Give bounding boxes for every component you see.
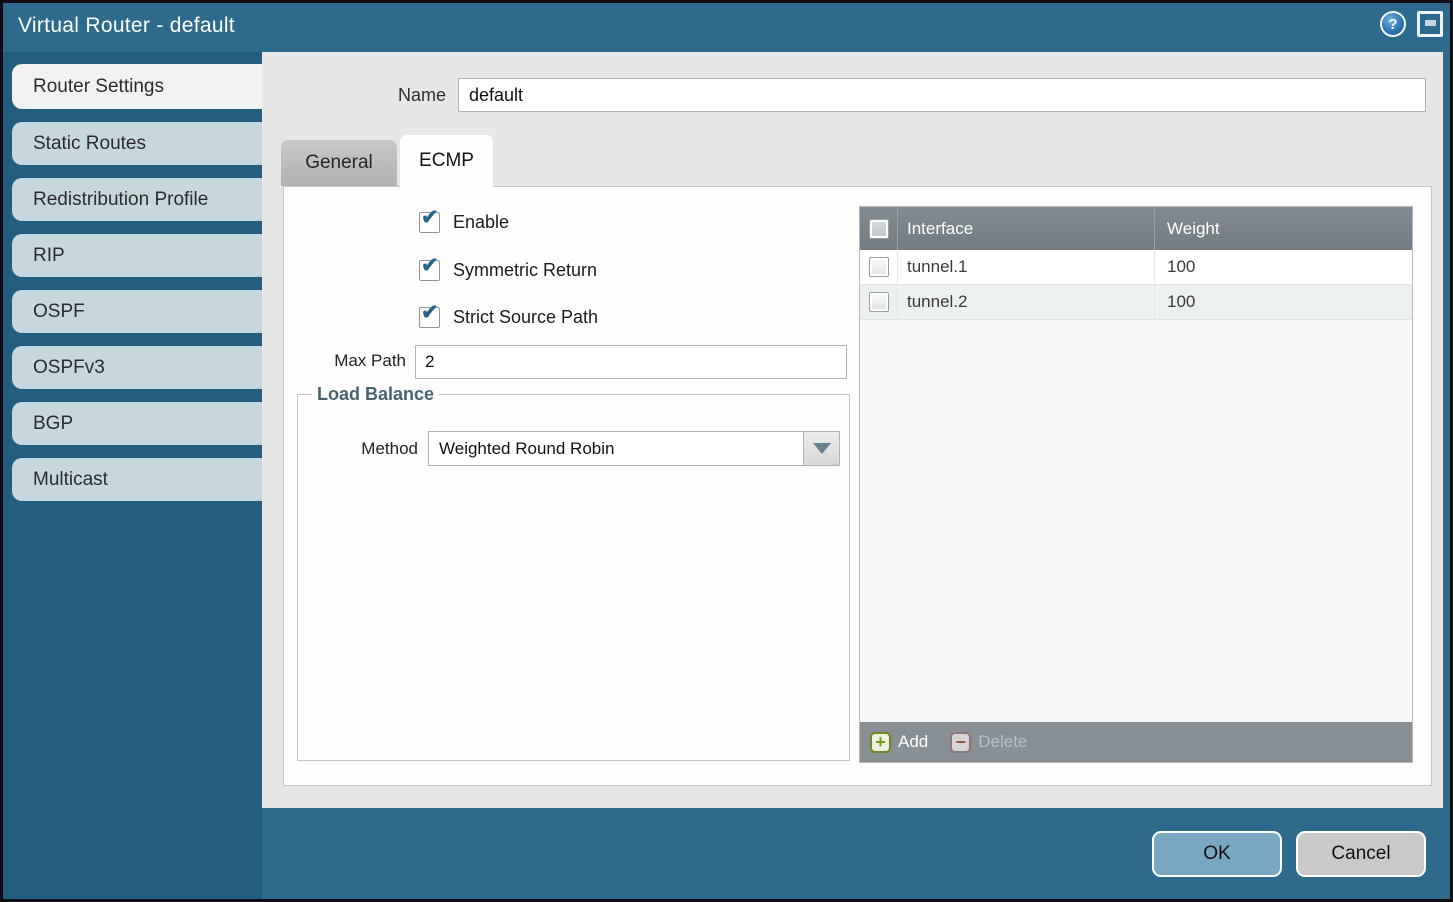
- sidebar-item-ospfv3[interactable]: OSPFv3: [12, 346, 262, 389]
- table-footer: + Add − Delete: [860, 722, 1412, 762]
- symmetric-return-row: ✔ Symmetric Return: [419, 257, 597, 283]
- interface-cell: tunnel.2: [898, 285, 1155, 319]
- select-all-checkbox[interactable]: [869, 219, 889, 239]
- tab-ecmp[interactable]: ECMP: [400, 135, 493, 187]
- help-icon[interactable]: ?: [1380, 11, 1406, 37]
- symmetric-return-checkbox[interactable]: ✔: [419, 260, 440, 281]
- window-restore-icon[interactable]: [1417, 11, 1443, 37]
- max-path-input[interactable]: [415, 345, 847, 379]
- virtual-router-dialog: Virtual Router - default ? Router Settin…: [0, 0, 1453, 902]
- symmetric-return-label: Symmetric Return: [453, 260, 597, 281]
- method-value: Weighted Round Robin: [439, 432, 614, 465]
- strict-source-path-checkbox[interactable]: ✔: [419, 307, 440, 328]
- strict-source-path-label: Strict Source Path: [453, 307, 598, 328]
- sidebar-item-multicast[interactable]: Multicast: [12, 458, 262, 501]
- table-row[interactable]: tunnel.2 100: [860, 285, 1412, 320]
- interface-cell: tunnel.1: [898, 250, 1155, 284]
- check-icon: ✔: [421, 255, 439, 276]
- sidebar-item-redistribution-profile[interactable]: Redistribution Profile: [12, 178, 262, 221]
- dialog-title: Virtual Router - default: [18, 14, 235, 38]
- sidebar: Router Settings Static Routes Redistribu…: [3, 52, 262, 899]
- sidebar-item-static-routes[interactable]: Static Routes: [12, 122, 262, 165]
- interface-column-header: Interface: [898, 207, 1155, 250]
- method-dropdown[interactable]: Weighted Round Robin: [428, 431, 840, 466]
- name-label: Name: [262, 85, 458, 106]
- enable-checkbox[interactable]: ✔: [419, 212, 440, 233]
- weight-cell: 100: [1155, 285, 1412, 319]
- enable-label: Enable: [453, 212, 509, 233]
- add-icon[interactable]: +: [870, 732, 891, 753]
- sidebar-item-router-settings[interactable]: Router Settings: [12, 64, 262, 109]
- sidebar-item-bgp[interactable]: BGP: [12, 402, 262, 445]
- name-input[interactable]: [458, 78, 1426, 112]
- ok-button[interactable]: OK: [1152, 831, 1282, 877]
- add-button[interactable]: Add: [898, 732, 928, 752]
- ecmp-tab-panel: ✔ Enable ✔ Symmetric Return ✔ Strict Sou…: [283, 186, 1432, 786]
- cancel-button[interactable]: Cancel: [1296, 831, 1426, 877]
- check-icon: ✔: [421, 302, 439, 323]
- load-balance-fieldset: Load Balance Method Weighted Round Robin: [297, 394, 850, 761]
- enable-row: ✔ Enable: [419, 209, 509, 235]
- tab-general[interactable]: General: [281, 140, 397, 186]
- max-path-label: Max Path: [284, 351, 406, 371]
- interface-table: Interface Weight tunnel.1 100 tunnel.2 1…: [859, 206, 1413, 763]
- sidebar-item-rip[interactable]: RIP: [12, 234, 262, 277]
- weight-cell: 100: [1155, 250, 1412, 284]
- check-icon: ✔: [421, 207, 439, 228]
- name-row: Name: [262, 78, 1426, 112]
- method-label: Method: [298, 439, 418, 459]
- delete-button[interactable]: Delete: [978, 732, 1027, 752]
- weight-column-header: Weight: [1155, 207, 1412, 250]
- chevron-down-icon: [813, 443, 831, 454]
- table-header: Interface Weight: [860, 207, 1412, 250]
- delete-icon[interactable]: −: [950, 732, 971, 753]
- strict-source-path-row: ✔ Strict Source Path: [419, 304, 598, 330]
- row-checkbox[interactable]: [869, 257, 889, 277]
- dropdown-arrow-button[interactable]: [803, 432, 839, 465]
- title-bar: Virtual Router - default ?: [3, 3, 1450, 52]
- content-area: Name General ECMP ✔ Enable ✔ Symmetric R…: [262, 52, 1443, 808]
- table-empty-area: [860, 320, 1412, 722]
- load-balance-legend: Load Balance: [312, 384, 439, 405]
- row-checkbox[interactable]: [869, 292, 889, 312]
- sidebar-item-ospf[interactable]: OSPF: [12, 290, 262, 333]
- table-row[interactable]: tunnel.1 100: [860, 250, 1412, 285]
